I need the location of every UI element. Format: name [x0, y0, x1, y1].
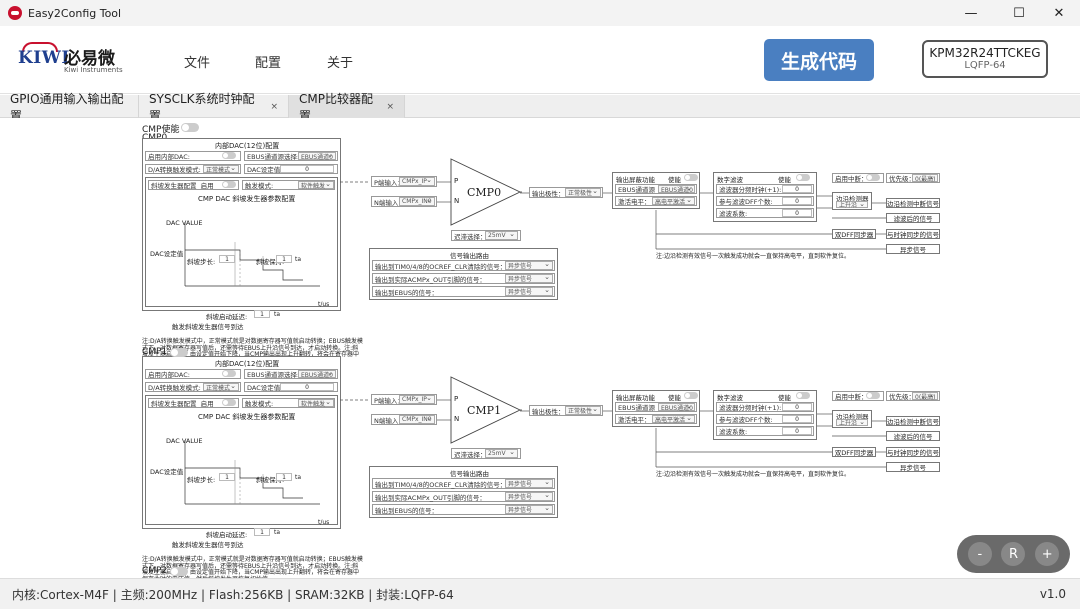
step-length-input[interactable]: 1 [219, 473, 235, 481]
ramp-enable-toggle[interactable] [222, 181, 236, 188]
cmp2-toggle[interactable] [170, 567, 188, 576]
time-axis-label: t/us [318, 519, 330, 526]
step-length-label: 斜坡步长: [187, 258, 216, 266]
cmp0-block: 内部DAC(12位)配置 启用内部DAC: EBUS通道源选择: EBUS通道0… [0, 138, 1080, 364]
p-input-select[interactable]: CMPx_IP [399, 176, 435, 186]
cmp2-label: CMP2 [142, 566, 168, 576]
irq-priority-select[interactable]: 0(最高) [912, 173, 938, 183]
chip-info: KPM32R24TTCKEG LQFP-64 [922, 40, 1048, 78]
ramp-trigger-reach-label: 触发斜坡发生器信号到达 [172, 323, 244, 331]
route-tim-select[interactable]: 异步信号 [505, 260, 553, 270]
tab-close-icon[interactable]: × [386, 102, 394, 112]
zoom-in-button[interactable]: + [1035, 542, 1060, 566]
p-pin-label: P [454, 177, 459, 185]
output-polarity-select[interactable]: 正常极性 [565, 187, 601, 197]
use-dac-toggle[interactable] [222, 370, 236, 377]
irq-priority-select[interactable]: 0(最高) [912, 391, 938, 401]
chip-part-number: KPM32R24TTCKEG [929, 46, 1041, 60]
da-mode-select[interactable]: 正常模式 [203, 164, 239, 174]
start-delay-input[interactable]: 1 [254, 310, 270, 318]
n-input-select[interactable]: CMPx_IN0 [399, 414, 435, 424]
dac-setvalue-label: DAC设定值 [150, 468, 184, 476]
cmp1-label: CMP1 [142, 347, 168, 357]
tab-cmp[interactable]: CMP比较器配置 × [289, 92, 405, 123]
start-delay-label: 斜坡启动延迟: [206, 313, 248, 321]
cmp-title: CMP0 [467, 186, 502, 199]
window-title: Easy2Config Tool [28, 6, 122, 20]
generate-code-button[interactable]: 生成代码 [764, 39, 874, 81]
ramp-enable-toggle[interactable] [222, 399, 236, 406]
cmp-config-canvas: CMP使能 CMP0 内部DAC(12位)配置 启用内部DAC: EBUS通道源… [0, 118, 1080, 578]
chip-package: LQFP-64 [964, 60, 1006, 71]
trigger-mode-select[interactable]: 软件触发 [298, 398, 334, 408]
p-pin-label: P [454, 395, 459, 403]
cmp1-block: 内部DAC(12位)配置 启用内部DAC: EBUS通道源选择: EBUS通道0… [0, 356, 1080, 578]
status-text: 内核:Cortex-M4F | 主频:200MHz | Flash:256KB … [12, 587, 454, 602]
routing-title: 信号输出路由 [450, 252, 489, 260]
step-length-label: 斜坡步长: [187, 476, 216, 484]
ramp-waveform-diagram [184, 222, 320, 287]
version-label: v1.0 [1039, 587, 1066, 601]
cmp1-toggle[interactable] [170, 348, 188, 357]
dac-setpoint-input[interactable]: 0 [280, 383, 334, 391]
tab-sysclk[interactable]: SYSCLK系统时钟配置 × [139, 92, 289, 123]
start-delay-input[interactable]: 1 [254, 528, 270, 536]
output-polarity-select[interactable]: 正常极性 [565, 405, 601, 415]
menu-file[interactable]: 文件 [184, 52, 210, 71]
cmp-title: CMP1 [467, 404, 502, 417]
route-pin-select[interactable]: 异步信号 [505, 491, 553, 501]
step-hold-input[interactable]: 1 [276, 255, 292, 263]
routing-title: 信号输出路由 [450, 470, 489, 478]
n-pin-label: N [454, 415, 460, 423]
route-ebus-select[interactable]: 异步信号 [505, 286, 553, 296]
close-button[interactable]: ✕ [1036, 0, 1080, 26]
step-hold-unit: ta [295, 256, 302, 263]
app-icon [8, 6, 22, 20]
zoom-out-button[interactable]: - [967, 542, 992, 566]
tab-close-icon[interactable]: × [270, 102, 278, 112]
start-delay-label: 斜坡启动延迟: [206, 531, 248, 539]
right-wires [655, 410, 886, 468]
zoom-control: - R + [957, 535, 1070, 573]
menu-config[interactable]: 配置 [255, 52, 281, 71]
route-pin-select[interactable]: 异步信号 [505, 273, 553, 283]
kiwi-logo: KIWI 必易微 Kiwi Instruments [18, 42, 128, 82]
status-bar: 内核:Cortex-M4F | 主频:200MHz | Flash:256KB … [0, 578, 1080, 609]
time-axis-label: t/us [318, 301, 330, 308]
p-input-select[interactable]: CMPx_IP [399, 394, 435, 404]
trigger-mode-select[interactable]: 软件触发 [298, 180, 334, 190]
app-header: KIWI 必易微 Kiwi Instruments 文件 配置 关于 生成代码 … [0, 26, 1080, 94]
dac-value-axis-label: DAC VALUE [166, 219, 203, 227]
dac-value-axis-label: DAC VALUE [166, 437, 203, 445]
dac-title: 内部DAC(12位)配置 [215, 360, 280, 368]
hysteresis-select[interactable]: 25mV [485, 448, 518, 458]
step-hold-input[interactable]: 1 [276, 473, 292, 481]
right-wires [655, 192, 886, 250]
cmp-enable-toggle[interactable] [181, 123, 199, 132]
n-pin-label: N [454, 197, 460, 205]
menu-about[interactable]: 关于 [327, 52, 353, 71]
ebus-source-select[interactable]: EBUS通道0 [298, 151, 336, 161]
route-tim-select[interactable]: 异步信号 [505, 478, 553, 488]
ramp-waveform-diagram [184, 440, 320, 505]
hysteresis-select[interactable]: 25mV [485, 230, 518, 240]
title-bar: Easy2Config Tool — ☐ ✕ [0, 0, 1080, 26]
dac-setpoint-input[interactable]: 0 [280, 165, 334, 173]
start-delay-unit: ta [274, 529, 281, 536]
ramp-trigger-reach-label: 触发斜坡发生器信号到达 [172, 541, 244, 549]
start-delay-unit: ta [274, 311, 281, 318]
step-hold-unit: ta [295, 474, 302, 481]
da-mode-select[interactable]: 正常模式 [203, 382, 239, 392]
dac-setvalue-label: DAC设定值 [150, 250, 184, 258]
n-input-select[interactable]: CMPx_IN0 [399, 196, 435, 206]
route-ebus-select[interactable]: 异步信号 [505, 504, 553, 514]
zoom-reset-button[interactable]: R [1001, 542, 1026, 566]
step-length-input[interactable]: 1 [219, 255, 235, 263]
minimize-button[interactable]: — [948, 0, 994, 26]
ebus-source-select[interactable]: EBUS通道0 [298, 369, 336, 379]
tab-gpio[interactable]: GPIO通用输入输出配置 [0, 92, 139, 123]
use-dac-toggle[interactable] [222, 152, 236, 159]
tab-bar: GPIO通用输入输出配置 SYSCLK系统时钟配置 × CMP比较器配置 × [0, 92, 1080, 123]
dac-title: 内部DAC(12位)配置 [215, 142, 280, 150]
